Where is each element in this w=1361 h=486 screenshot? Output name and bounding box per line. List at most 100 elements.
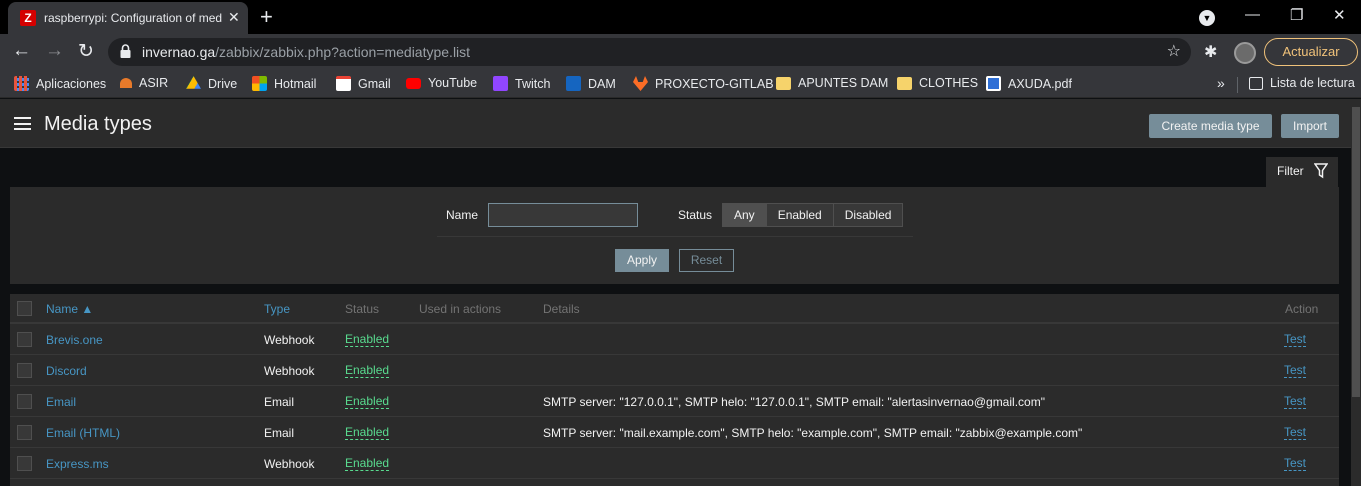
status-toggle-link[interactable]: Enabled	[345, 426, 390, 440]
bookmark-star-icon[interactable]: ☆	[1167, 41, 1181, 61]
status-option-any[interactable]: Any	[723, 204, 767, 226]
bookmark-hotmail[interactable]: Hotmail	[252, 76, 316, 91]
bookmark-proxecto-gitlab[interactable]: PROXECTO-GITLAB	[633, 76, 774, 91]
forward-icon[interactable]: →	[45, 40, 64, 62]
apps-grid-icon	[14, 76, 29, 91]
close-window-icon[interactable]: ✕	[1333, 6, 1346, 24]
table-row: Discord Webhook Enabled Test	[10, 355, 1339, 386]
address-bar[interactable]: invernao.ga/zabbix/zabbix.php?action=med…	[108, 38, 1191, 66]
media-type-name-link[interactable]: Discord	[46, 364, 87, 378]
test-link[interactable]: Test	[1284, 426, 1307, 440]
drive-icon	[186, 76, 201, 89]
asir-icon	[120, 78, 132, 88]
scrollbar-thumb[interactable]	[1352, 107, 1360, 397]
status-toggle-link[interactable]: Enabled	[345, 364, 390, 378]
menu-icon[interactable]	[14, 117, 31, 130]
url-text: invernao.ga/zabbix/zabbix.php?action=med…	[142, 44, 471, 60]
table-row: Email (HTML) Email Enabled SMTP server: …	[10, 417, 1339, 448]
media-type-name-link[interactable]: Brevis.one	[46, 333, 103, 347]
name-filter-input[interactable]	[488, 203, 638, 227]
bookmark-divider	[1237, 77, 1238, 93]
update-button[interactable]: Actualizar	[1264, 38, 1358, 66]
browser-tab-strip: Z raspberrypi: Configuration of media ty…	[0, 0, 1361, 34]
filter-tab[interactable]: Filter	[1266, 157, 1338, 187]
reset-button[interactable]: Reset	[679, 249, 734, 272]
status-option-disabled[interactable]: Disabled	[833, 204, 903, 226]
status-toggle-link[interactable]: Enabled	[345, 333, 390, 347]
test-link[interactable]: Test	[1284, 364, 1307, 378]
bookmark-twitch[interactable]: Twitch	[493, 76, 550, 91]
media-types-table: Name ▲ Type Status Used in actions Detai…	[10, 294, 1339, 486]
media-type-type: Webhook	[264, 457, 315, 471]
chevron-down-icon[interactable]: ▼	[1199, 10, 1215, 26]
fp-icon	[566, 76, 581, 91]
browser-tab[interactable]: Z raspberrypi: Configuration of media ty…	[8, 2, 248, 34]
status-toggle-link[interactable]: Enabled	[345, 457, 390, 471]
page-title: Media types	[44, 113, 152, 135]
twitch-icon	[493, 76, 508, 91]
row-checkbox[interactable]	[17, 425, 32, 440]
close-tab-icon[interactable]: ✕	[228, 9, 240, 26]
back-icon[interactable]: ←	[12, 40, 31, 62]
bookmark-drive[interactable]: Drive	[186, 76, 237, 91]
page-header: Media types Create media type Import	[0, 99, 1351, 148]
gmail-icon	[336, 76, 351, 91]
youtube-icon	[406, 77, 421, 89]
media-type-details: SMTP server: "127.0.0.1", SMTP helo: "12…	[543, 395, 1045, 409]
bookmark-axuda-pdf[interactable]: AXUDA.pdf	[986, 76, 1072, 91]
bookmark-aplicaciones[interactable]: Aplicaciones	[14, 76, 106, 91]
zabbix-favicon-icon: Z	[20, 10, 36, 26]
tab-title: raspberrypi: Configuration of media type…	[44, 11, 222, 25]
row-checkbox[interactable]	[17, 456, 32, 471]
hotmail-icon	[252, 76, 267, 91]
media-type-type: Email	[264, 426, 295, 440]
table-row: Express.ms Webhook Enabled Test	[10, 448, 1339, 479]
status-segmented-control: Any Enabled Disabled	[722, 203, 904, 227]
bookmark-asir[interactable]: ASIR	[120, 76, 168, 90]
row-checkbox[interactable]	[17, 394, 32, 409]
column-name[interactable]: Name ▲	[46, 302, 93, 316]
reload-icon[interactable]: ↻	[78, 40, 94, 63]
gitlab-icon	[633, 76, 648, 91]
bookmark-apuntes-dam[interactable]: APUNTES DAM	[776, 76, 888, 90]
bookmark-gmail[interactable]: Gmail	[336, 76, 391, 91]
media-type-name-link[interactable]: Express.ms	[46, 457, 109, 471]
media-type-name-link[interactable]: Email	[46, 395, 76, 409]
select-all-checkbox[interactable]	[17, 301, 32, 316]
create-media-type-button[interactable]: Create media type	[1149, 114, 1272, 138]
reading-list[interactable]: Lista de lectura	[1249, 76, 1355, 90]
column-details: Details	[543, 302, 580, 316]
chevron-double-right-icon[interactable]: »	[1217, 75, 1225, 91]
status-filter-label: Status	[678, 208, 713, 222]
test-link[interactable]: Test	[1284, 333, 1307, 347]
pdf-icon	[986, 76, 1001, 91]
name-filter-label: Name	[446, 208, 479, 222]
extensions-puzzle-icon[interactable]: ✱	[1204, 42, 1217, 62]
minimize-icon[interactable]: —	[1245, 6, 1260, 23]
bookmark-clothes[interactable]: CLOTHES	[897, 76, 978, 90]
media-type-type: Webhook	[264, 364, 315, 378]
new-tab-icon[interactable]: +	[260, 4, 273, 30]
column-action: Action	[1285, 302, 1319, 316]
folder-icon	[776, 76, 791, 90]
filter-divider	[437, 236, 913, 237]
media-type-type: Webhook	[264, 333, 315, 347]
bookmark-youtube[interactable]: YouTube	[406, 76, 477, 90]
import-button[interactable]: Import	[1281, 114, 1339, 138]
profile-avatar[interactable]	[1234, 42, 1256, 64]
status-option-enabled[interactable]: Enabled	[766, 204, 834, 226]
test-link[interactable]: Test	[1284, 457, 1307, 471]
media-type-name-link[interactable]: Email (HTML)	[46, 426, 120, 440]
table-header: Name ▲ Type Status Used in actions Detai…	[10, 294, 1339, 324]
status-toggle-link[interactable]: Enabled	[345, 395, 390, 409]
column-type[interactable]: Type	[264, 302, 290, 316]
row-checkbox[interactable]	[17, 363, 32, 378]
row-checkbox[interactable]	[17, 332, 32, 347]
test-link[interactable]: Test	[1284, 395, 1307, 409]
restore-icon[interactable]: ❐	[1290, 6, 1303, 24]
page-scrollbar[interactable]	[1351, 99, 1361, 486]
bookmarks-bar: Aplicaciones ASIR Drive Hotmail Gmail Yo…	[0, 70, 1361, 98]
apply-button[interactable]: Apply	[615, 249, 669, 272]
bookmark-dam[interactable]: DAM	[566, 76, 616, 91]
filter-panel: Name Status Any Enabled Disabled Apply R…	[10, 187, 1339, 284]
